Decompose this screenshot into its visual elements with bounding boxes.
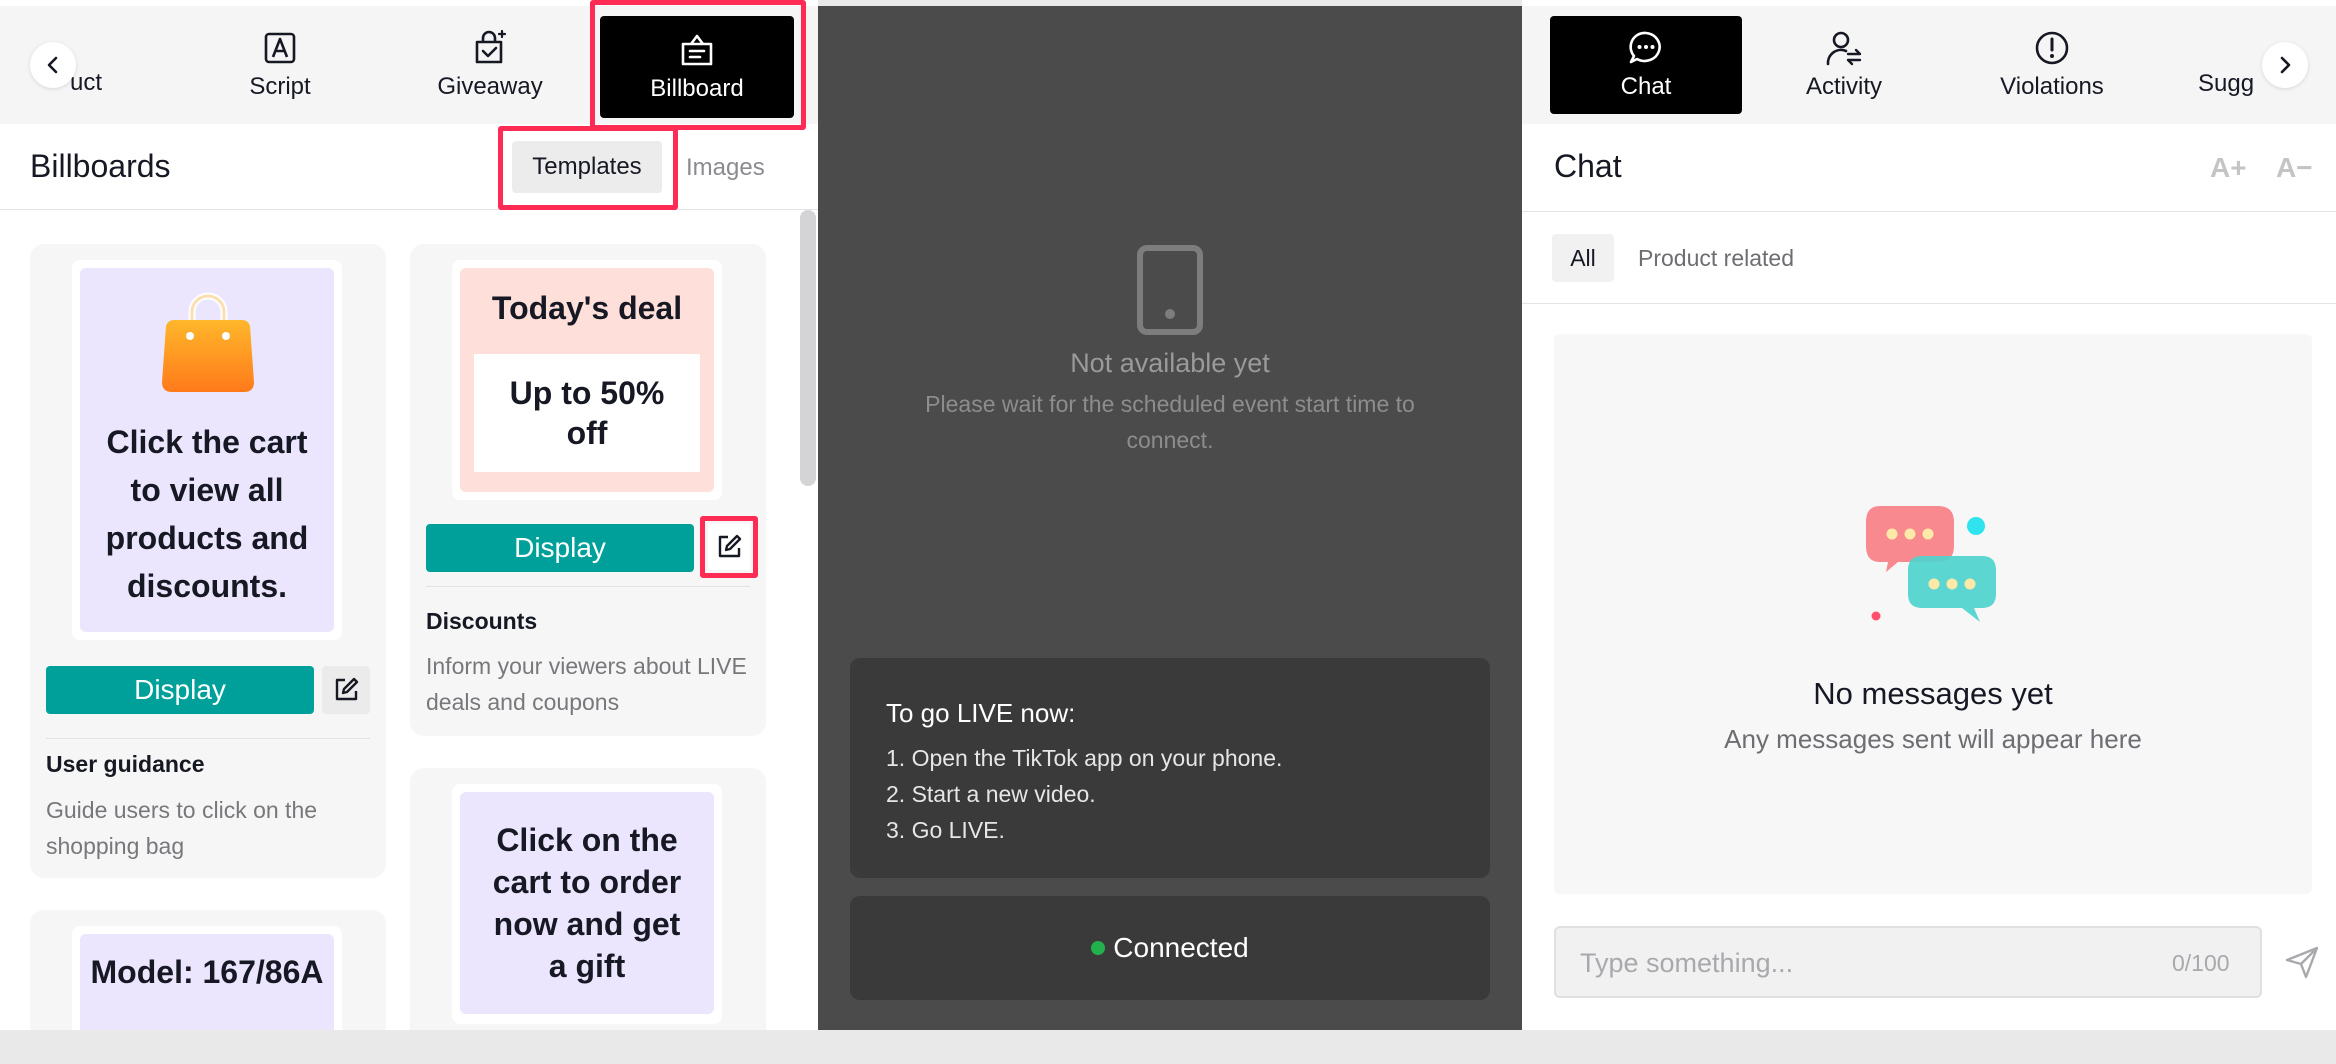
chat-title: Chat [1554, 148, 1622, 184]
billboard-preview: Model: 167/86A [72, 926, 342, 1030]
filter-all[interactable]: All [1552, 234, 1614, 282]
chevron-right-icon [2280, 56, 2291, 74]
font-decrease-button[interactable]: A− [2276, 152, 2313, 184]
card-title: User guidance [46, 751, 205, 777]
chat-header: Chat A+ A− [1522, 124, 2336, 212]
chat-icon [1629, 31, 1661, 64]
left-tab-bar: uct Script Giveaway Billboard [0, 0, 818, 130]
instructions-list: 1. Open the TikTok app on your phone. 2.… [886, 740, 1282, 848]
billboard-card-gift: Click on the cart to order now and get a… [410, 768, 766, 1030]
tab-script[interactable]: Script [210, 6, 350, 124]
connection-status: Connected [850, 896, 1490, 1000]
instruction-step: 3. Go LIVE. [886, 817, 1005, 843]
tab-activity[interactable]: Activity [1760, 6, 1928, 124]
billboard-preview-heading: Today's deal [491, 290, 683, 326]
empty-state-description: Any messages sent will appear here [1724, 724, 2142, 754]
billboard-card-user-guidance: Click the cart to view all products and … [30, 244, 386, 878]
billboard-panel: uct Script Giveaway Billboard Billboards… [0, 0, 818, 1030]
billboard-preview-text: Click on the cart to order now and get a… [460, 792, 714, 1014]
billboard-card-discounts: Today's deal Up to 50% off Display Disco… [410, 244, 766, 736]
empty-state-title: No messages yet [1813, 676, 2053, 711]
card-description: Inform your viewers about LIVE deals and… [426, 653, 747, 715]
edit-icon [718, 534, 742, 558]
status-title: Not available yet [1070, 348, 1270, 378]
billboard-preview-text: Up to 50% off [474, 354, 700, 472]
billboard-preview-bg: Today's deal Up to 50% off [460, 268, 714, 492]
edit-button[interactable] [708, 524, 750, 570]
status-description: Please wait for the scheduled event star… [925, 391, 1415, 453]
edit-button[interactable] [322, 666, 370, 714]
instructions-title: To go LIVE now: [886, 698, 1076, 728]
billboard-preview-bg: Model: 167/86A [80, 934, 334, 1030]
card-description: Guide users to click on the shopping bag [46, 797, 318, 859]
connected-dot-icon [1091, 941, 1106, 955]
billboard-preview-bg: Click the cart to view all products and … [80, 268, 334, 632]
divider [46, 738, 370, 739]
billboard-preview-text: Click the cart to view all products and … [105, 424, 309, 604]
scroll-right-button[interactable] [2262, 42, 2308, 88]
card-title: Discounts [426, 608, 538, 634]
tab-billboard[interactable]: Billboard [600, 16, 794, 118]
billboard-icon [681, 34, 713, 66]
scroll-left-button[interactable] [30, 42, 76, 88]
filter-product-related[interactable]: Product related [1638, 245, 1794, 272]
right-tab-bar: Chat Activity Violations Sugg [1522, 6, 2336, 124]
chat-input-placeholder: Type something... [1580, 948, 1794, 978]
subtab-images[interactable]: Images [686, 154, 765, 182]
chat-messages-area: No messages yet Any messages sent will a… [1554, 334, 2312, 894]
billboard-preview: Click on the cart to order now and get a… [452, 784, 722, 1024]
char-counter: 0/100 [2172, 950, 2230, 976]
phone-icon [1137, 245, 1203, 335]
giveaway-icon [475, 29, 507, 64]
font-increase-button[interactable]: A+ [2210, 152, 2247, 184]
go-live-instructions: To go LIVE now: 1. Open the TikTok app o… [850, 658, 1490, 878]
edit-icon [335, 677, 359, 701]
instruction-step: 1. Open the TikTok app on your phone. [886, 745, 1283, 771]
violations-icon [2035, 31, 2069, 65]
live-preview-panel: Not available yet Please wait for the sc… [818, 6, 1522, 1030]
instruction-step: 2. Start a new video. [886, 781, 1096, 807]
script-icon [264, 32, 296, 64]
display-button[interactable]: Display [426, 524, 694, 572]
shopping-bag-icon [162, 292, 254, 392]
chat-panel: Chat Activity Violations Sugg Chat A+ A− [1522, 0, 2336, 1030]
tab-giveaway[interactable]: Giveaway [420, 6, 560, 124]
chat-bubbles-icon [1866, 506, 1996, 622]
chat-filters: All Product related [1522, 212, 2336, 304]
activity-icon [1826, 31, 1862, 66]
display-button[interactable]: Display [46, 666, 314, 714]
tab-chat[interactable]: Chat [1550, 16, 1742, 114]
connection-label: Connected [1113, 932, 1249, 963]
send-icon[interactable] [2284, 944, 2320, 980]
chat-input[interactable]: Type something... 0/100 [1554, 926, 2262, 998]
chevron-left-icon [47, 56, 58, 74]
billboards-title: Billboards [30, 148, 171, 184]
billboard-card-model: Model: 167/86A [30, 910, 386, 1030]
tab-suggestions-partial[interactable]: Sugg [2198, 70, 2254, 98]
tab-violations[interactable]: Violations [1962, 6, 2142, 124]
subtab-templates[interactable]: Templates [512, 141, 662, 193]
scrollbar-thumb[interactable] [800, 210, 816, 486]
billboard-preview: Click the cart to view all products and … [72, 260, 342, 640]
divider [426, 586, 750, 587]
billboard-preview: Today's deal Up to 50% off [452, 260, 722, 500]
billboard-preview-text: Model: 167/86A [90, 954, 324, 990]
billboards-header: Billboards Templates Images [0, 124, 818, 210]
